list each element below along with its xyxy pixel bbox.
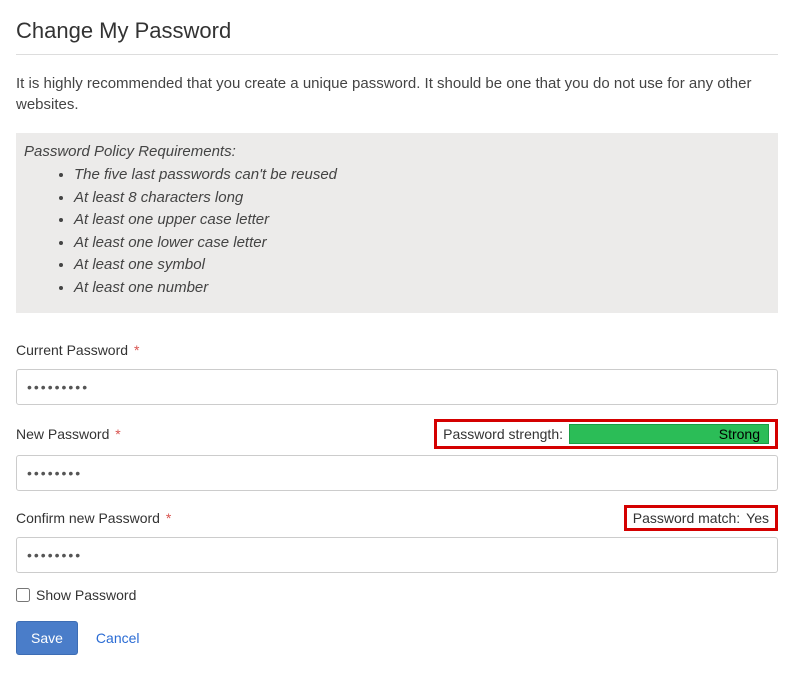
- match-value: Yes: [746, 510, 769, 526]
- policy-list: The five last passwords can't be reused …: [24, 164, 770, 299]
- policy-item: At least one symbol: [74, 254, 770, 277]
- required-mark: *: [134, 342, 139, 358]
- label-text: New Password: [16, 426, 109, 442]
- strength-level: Strong: [719, 426, 760, 442]
- show-password-label: Show Password: [36, 587, 136, 603]
- title-divider: [16, 54, 778, 55]
- confirm-password-label: Confirm new Password *: [16, 510, 171, 526]
- policy-item: At least 8 characters long: [74, 187, 770, 210]
- show-password-checkbox[interactable]: [16, 588, 30, 602]
- current-password-input[interactable]: [16, 369, 778, 405]
- new-password-label: New Password *: [16, 426, 121, 442]
- password-strength-indicator: Password strength: Strong: [434, 419, 778, 449]
- confirm-password-group: Confirm new Password * Password match: Y…: [16, 505, 778, 573]
- strength-bar: Strong: [569, 424, 769, 444]
- policy-item: At least one upper case letter: [74, 209, 770, 232]
- policy-item: At least one lower case letter: [74, 232, 770, 255]
- show-password-row: Show Password: [16, 587, 778, 603]
- current-password-group: Current Password *: [16, 337, 778, 405]
- new-password-group: New Password * Password strength: Strong: [16, 419, 778, 491]
- current-password-label: Current Password *: [16, 342, 139, 358]
- strength-label: Password strength:: [443, 426, 563, 442]
- required-mark: *: [166, 510, 171, 526]
- intro-text: It is highly recommended that you create…: [16, 73, 778, 115]
- policy-item: At least one number: [74, 277, 770, 300]
- page-title: Change My Password: [16, 18, 778, 44]
- confirm-password-input[interactable]: [16, 537, 778, 573]
- actions-row: Save Cancel: [16, 621, 778, 655]
- password-match-indicator: Password match: Yes: [624, 505, 778, 531]
- save-button[interactable]: Save: [16, 621, 78, 655]
- cancel-link[interactable]: Cancel: [96, 630, 140, 646]
- label-text: Confirm new Password: [16, 510, 160, 526]
- policy-item: The five last passwords can't be reused: [74, 164, 770, 187]
- label-text: Current Password: [16, 342, 128, 358]
- new-password-input[interactable]: [16, 455, 778, 491]
- match-label: Password match:: [633, 510, 740, 526]
- password-policy-box: Password Policy Requirements: The five l…: [16, 133, 778, 313]
- required-mark: *: [115, 426, 120, 442]
- policy-heading: Password Policy Requirements:: [24, 143, 770, 160]
